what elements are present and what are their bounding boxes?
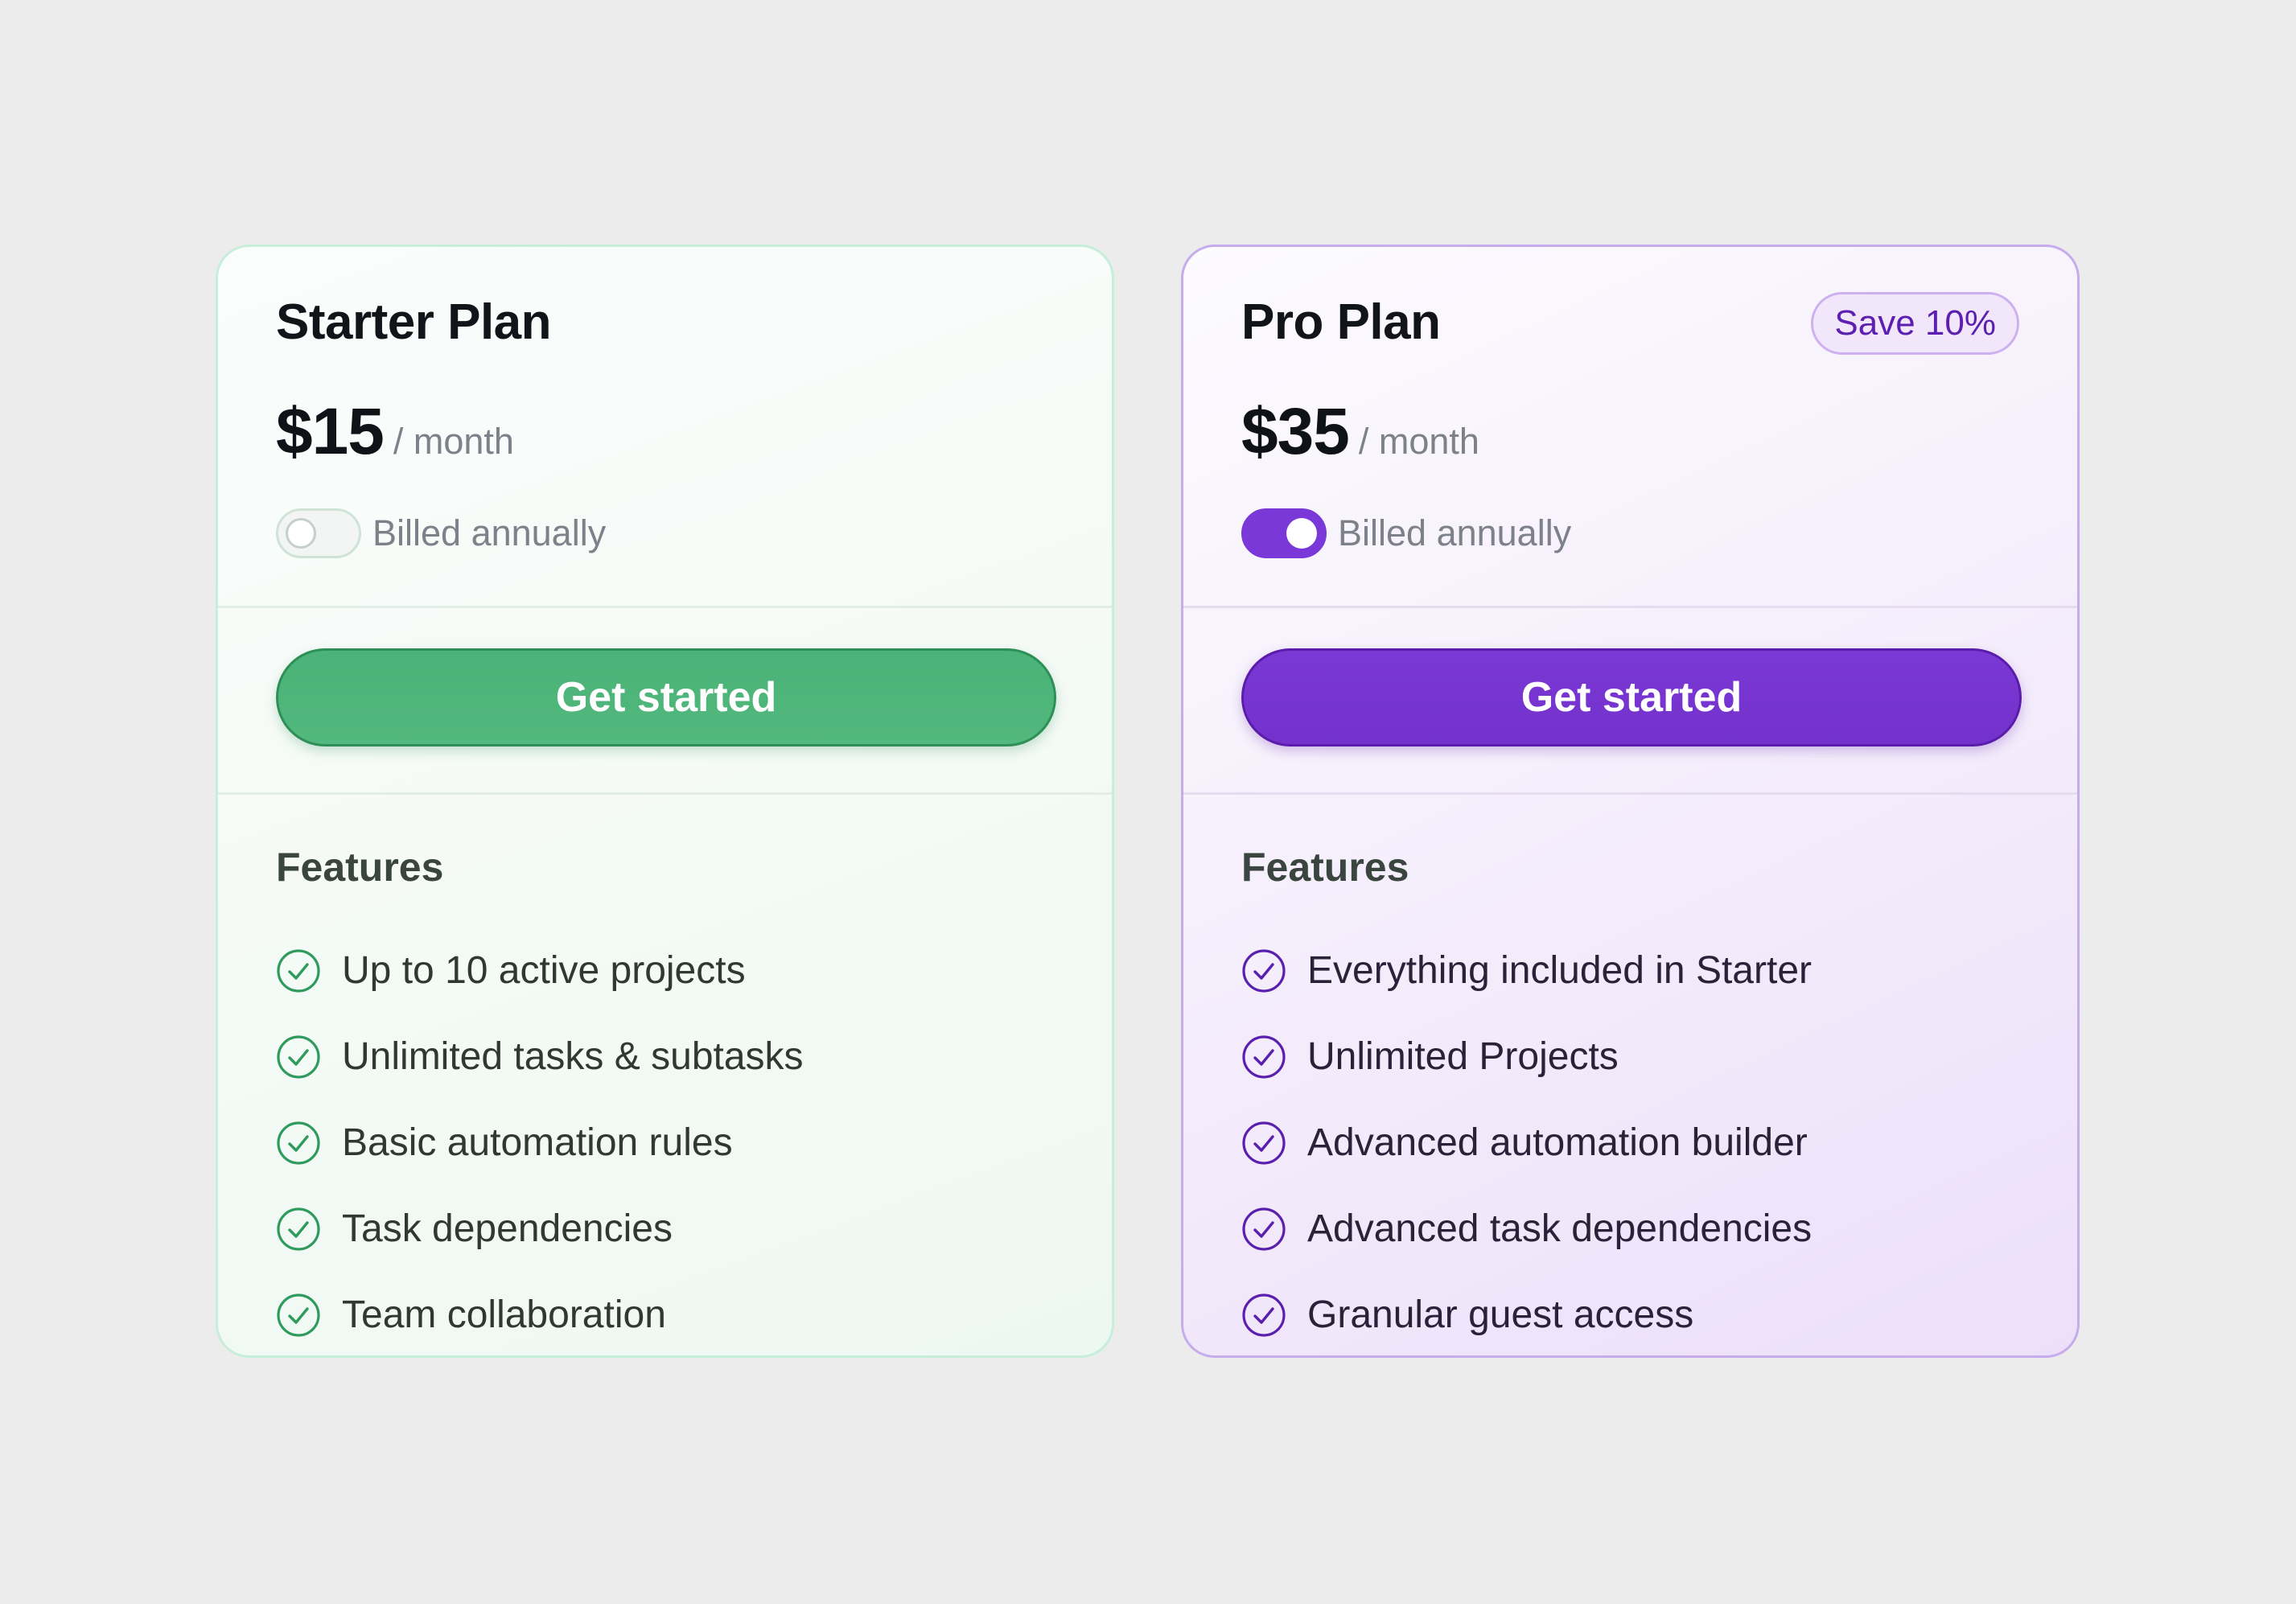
feature-text: Up to 10 active projects: [342, 949, 746, 992]
feature-text: Basic automation rules: [342, 1121, 733, 1164]
divider: [218, 606, 1112, 608]
price-period: / month: [1358, 421, 1479, 462]
plan-price: $35: [1241, 395, 1350, 468]
feature-item: Granular guest access: [1241, 1272, 1812, 1355]
plan-title: Starter Plan: [276, 294, 552, 350]
price-period: / month: [393, 421, 514, 462]
price-row: $15 / month: [276, 394, 514, 470]
feature-item: Team collaboration: [276, 1272, 804, 1355]
feature-text: Granular guest access: [1307, 1293, 1694, 1336]
toggle-knob: [286, 518, 316, 549]
plan-title: Pro Plan: [1241, 294, 1441, 350]
get-started-button[interactable]: Get started: [276, 648, 1056, 746]
feature-item: Task dependencies: [276, 1186, 804, 1272]
check-circle-icon: [1242, 1293, 1286, 1337]
features-heading: Features: [276, 845, 444, 890]
check-circle-icon: [1242, 1207, 1286, 1251]
check-circle-icon: [277, 1034, 320, 1079]
check-circle-icon: [1242, 948, 1286, 993]
feature-text: Task dependencies: [342, 1207, 673, 1250]
plan-header: Starter Plan $15 / month Billed annually: [218, 247, 1112, 606]
billed-annually-toggle[interactable]: [276, 508, 361, 558]
divider: [1183, 606, 2077, 608]
get-started-button[interactable]: Get started: [1241, 648, 2022, 746]
feature-text: Everything included in Starter: [1307, 949, 1812, 992]
check-circle-icon: [277, 1293, 320, 1337]
divider: [218, 792, 1112, 795]
billing-row: Billed annually: [276, 508, 606, 558]
billed-annually-toggle[interactable]: [1241, 508, 1327, 558]
pro-plan-card: Pro Plan Save 10% $35 / month Billed ann…: [1181, 245, 2080, 1358]
features-heading: Features: [1241, 845, 1409, 890]
plan-price: $15: [276, 395, 385, 468]
feature-item: Unlimited Projects: [1241, 1014, 1812, 1100]
check-circle-icon: [277, 948, 320, 993]
feature-item: Up to 10 active projects: [276, 927, 804, 1014]
billing-label: Billed annually: [372, 512, 607, 553]
savings-badge: Save 10%: [1811, 292, 2019, 355]
feature-text: Advanced automation builder: [1307, 1121, 1808, 1164]
feature-list: Up to 10 active projects Unlimited tasks…: [276, 927, 804, 1355]
price-row: $35 / month: [1241, 394, 1479, 470]
starter-plan-card: Starter Plan $15 / month Billed annually…: [216, 245, 1114, 1358]
divider: [1183, 792, 2077, 795]
check-circle-icon: [1242, 1121, 1286, 1165]
feature-item: Unlimited tasks & subtasks: [276, 1014, 804, 1100]
feature-item: Everything included in Starter: [1241, 927, 1812, 1014]
feature-text: Advanced task dependencies: [1307, 1207, 1813, 1250]
feature-text: Team collaboration: [342, 1293, 666, 1336]
check-circle-icon: [277, 1121, 320, 1165]
feature-text: Unlimited Projects: [1307, 1035, 1619, 1078]
check-circle-icon: [1242, 1034, 1286, 1079]
check-circle-icon: [277, 1207, 320, 1251]
plan-header: Pro Plan Save 10% $35 / month Billed ann…: [1183, 247, 2077, 606]
feature-list: Everything included in Starter Unlimited…: [1241, 927, 1812, 1355]
feature-item: Advanced task dependencies: [1241, 1186, 1812, 1272]
feature-item: Basic automation rules: [276, 1100, 804, 1186]
billing-row: Billed annually: [1241, 508, 1571, 558]
billing-label: Billed annually: [1338, 512, 1572, 553]
feature-text: Unlimited tasks & subtasks: [342, 1035, 804, 1078]
toggle-knob: [1286, 518, 1317, 549]
pricing-page: Starter Plan $15 / month Billed annually…: [0, 0, 2296, 1604]
feature-item: Advanced automation builder: [1241, 1100, 1812, 1186]
